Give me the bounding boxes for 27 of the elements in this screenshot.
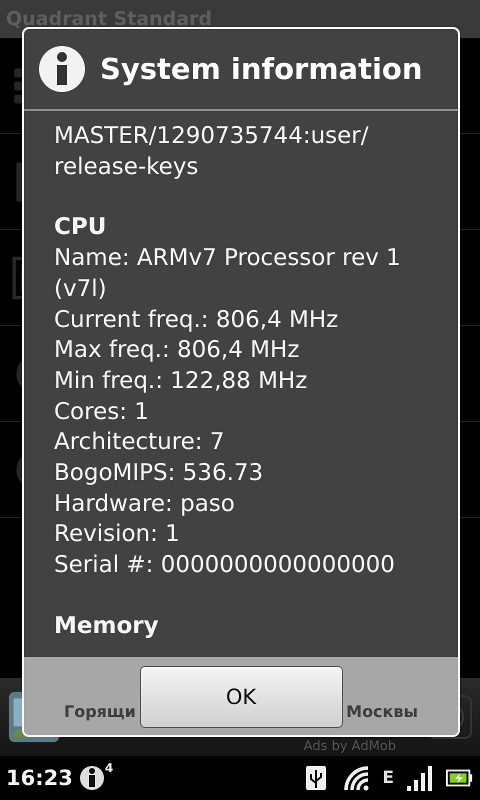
info-line: Serial #: 0000000000000000 [54,551,396,580]
ok-button[interactable]: OK [140,666,342,728]
info-line: Revision: 1 [54,520,181,550]
clock: 16:23 [6,766,73,790]
info-line: Max freq.: 806,4 MHz [54,336,300,366]
dialog-title: System information [100,52,422,86]
notification-count: 4 [104,761,114,775]
ad-title: Горящи [64,702,136,720]
ad-title: Москвы [346,702,418,720]
info-line: Name: ARMv7 Processor rev 1 [54,244,402,274]
info-line: Min freq.: 122,88 MHz [54,366,308,396]
info-icon [38,45,86,93]
section-heading: Memory [54,612,160,641]
network-type: E [382,768,394,788]
info-icon [78,765,105,791]
info-line: (v7l) [54,274,108,304]
ad-attribution: Ads by AdMob [304,739,396,754]
signal-icon [406,764,434,792]
info-line: release-keys [54,152,200,182]
info-line: Current freq.: 806,4 MHz [54,306,340,335]
wifi-icon [342,764,370,792]
section-heading: CPU [54,213,108,242]
info-line: Architecture: 7 [54,428,226,458]
info-line: MASTER/1290735744:user/ [54,122,370,151]
info-line: BogoMIPS: 536.73 [54,459,264,488]
info-line: Cores: 1 [54,398,150,427]
info-line: Hardware: paso [54,490,236,519]
